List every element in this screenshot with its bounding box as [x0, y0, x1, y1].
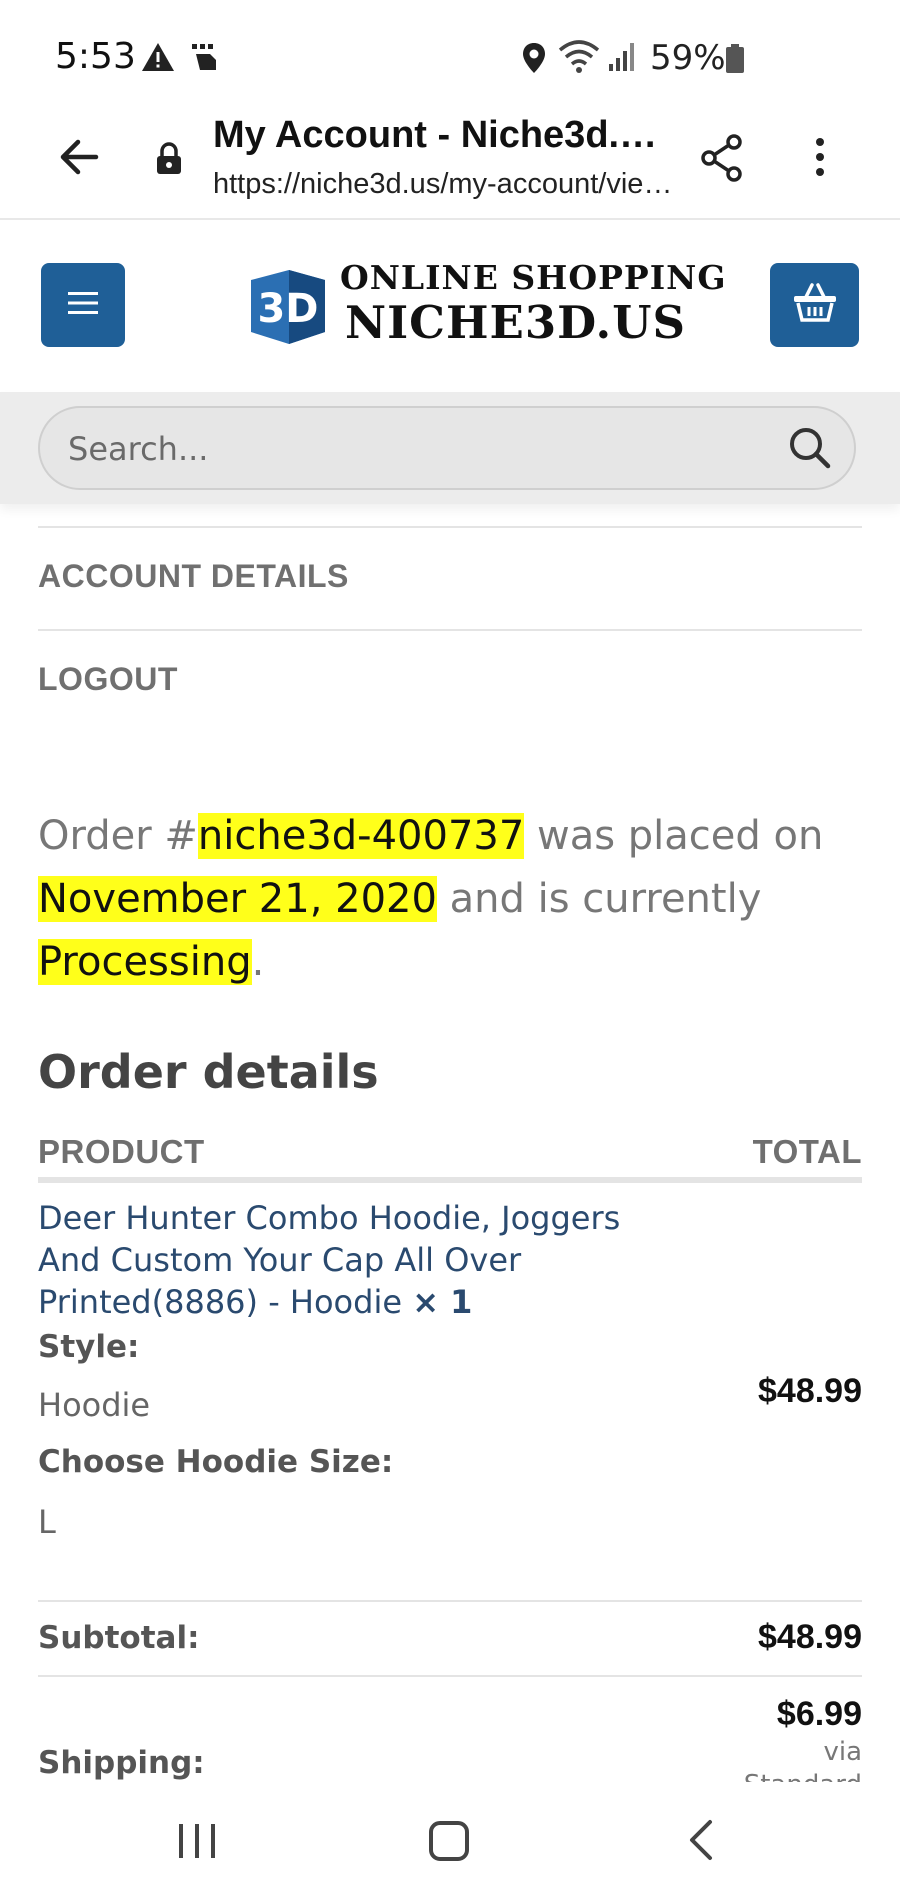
order-notice: Order #niche3d-400737 was placed on Nove… [38, 805, 868, 994]
site-logo[interactable]: 3D ONLINE SHOPPING NICHE3D.US [245, 258, 726, 358]
logo-mark-text: 3D [257, 286, 318, 332]
table-header-rule [38, 1177, 862, 1183]
style-label: Style: [38, 1329, 140, 1365]
home-icon[interactable] [428, 1820, 470, 1866]
nav-logout[interactable]: LOGOUT [38, 661, 178, 698]
back-arrow-icon[interactable] [56, 134, 102, 184]
product-link[interactable]: Deer Hunter Combo Hoodie, Joggers And Cu… [38, 1199, 620, 1321]
subtotal-label: Subtotal: [38, 1620, 200, 1656]
order-suffix: . [251, 939, 265, 985]
address-bar-url[interactable]: https://niche3d.us/my-account/view-order… [213, 168, 683, 201]
battery-icon [725, 44, 745, 78]
more-options-icon[interactable] [808, 134, 832, 184]
column-header-product: PRODUCT [38, 1133, 205, 1170]
order-details-title: Order details [38, 1045, 379, 1099]
order-number: niche3d-400737 [197, 813, 525, 859]
browser-toolbar: My Account - Niche3d.Us Online Shopping … [0, 100, 900, 220]
style-value: Hoodie [38, 1386, 151, 1424]
hamburger-icon [66, 290, 100, 320]
logo-wordmark: NICHE3D.US [345, 296, 686, 349]
nav-divider [38, 629, 862, 631]
order-date: November 21, 2020 [38, 876, 437, 922]
cast-icon [190, 42, 222, 76]
nav-divider [38, 526, 862, 528]
shipping-value: $6.99 [776, 1695, 862, 1733]
logo-tagline: ONLINE SHOPPING [340, 258, 727, 297]
search-icon[interactable] [788, 426, 832, 474]
order-prefix: Order # [38, 813, 198, 859]
search-bar-container [0, 392, 900, 504]
search-box[interactable] [38, 406, 856, 490]
location-icon [522, 42, 546, 78]
row-divider [38, 1675, 862, 1677]
recent-apps-icon[interactable] [176, 1820, 218, 1866]
warning-icon [141, 42, 175, 76]
size-value: L [38, 1503, 56, 1541]
subtotal-value: $48.99 [758, 1618, 862, 1656]
status-time: 5:53 [55, 36, 136, 77]
column-header-total: TOTAL [752, 1133, 862, 1170]
android-navigation-bar [0, 1782, 900, 1900]
order-status-prefix: and is currently [436, 876, 762, 922]
battery-percent: 59% [650, 38, 726, 78]
cart-button[interactable] [770, 263, 859, 347]
logo-3d-mark: 3D [245, 266, 331, 350]
menu-button[interactable] [41, 263, 125, 347]
back-nav-icon[interactable] [686, 1818, 716, 1866]
shipping-label: Shipping: [38, 1745, 205, 1781]
size-label: Choose Hoodie Size: [38, 1444, 394, 1480]
site-header: 3D ONLINE SHOPPING NICHE3D.US [0, 220, 900, 392]
order-placed-text: was placed on [524, 813, 824, 859]
share-icon[interactable] [700, 134, 744, 186]
product-row-name: Deer Hunter Combo Hoodie, Joggers And Cu… [38, 1197, 658, 1323]
shipping-via: via [823, 1737, 862, 1767]
nav-account-details[interactable]: ACCOUNT DETAILS [38, 558, 349, 595]
basket-icon [792, 283, 838, 327]
wifi-icon [558, 38, 600, 78]
lock-icon[interactable] [155, 142, 183, 180]
signal-icon [608, 40, 638, 76]
product-total: $48.99 [758, 1372, 862, 1410]
row-divider [38, 1600, 862, 1602]
order-status: Processing [38, 939, 252, 985]
search-input[interactable] [66, 408, 770, 490]
product-quantity: × 1 [412, 1283, 473, 1321]
page-title[interactable]: My Account - Niche3d.Us Online Shopping [213, 114, 683, 157]
